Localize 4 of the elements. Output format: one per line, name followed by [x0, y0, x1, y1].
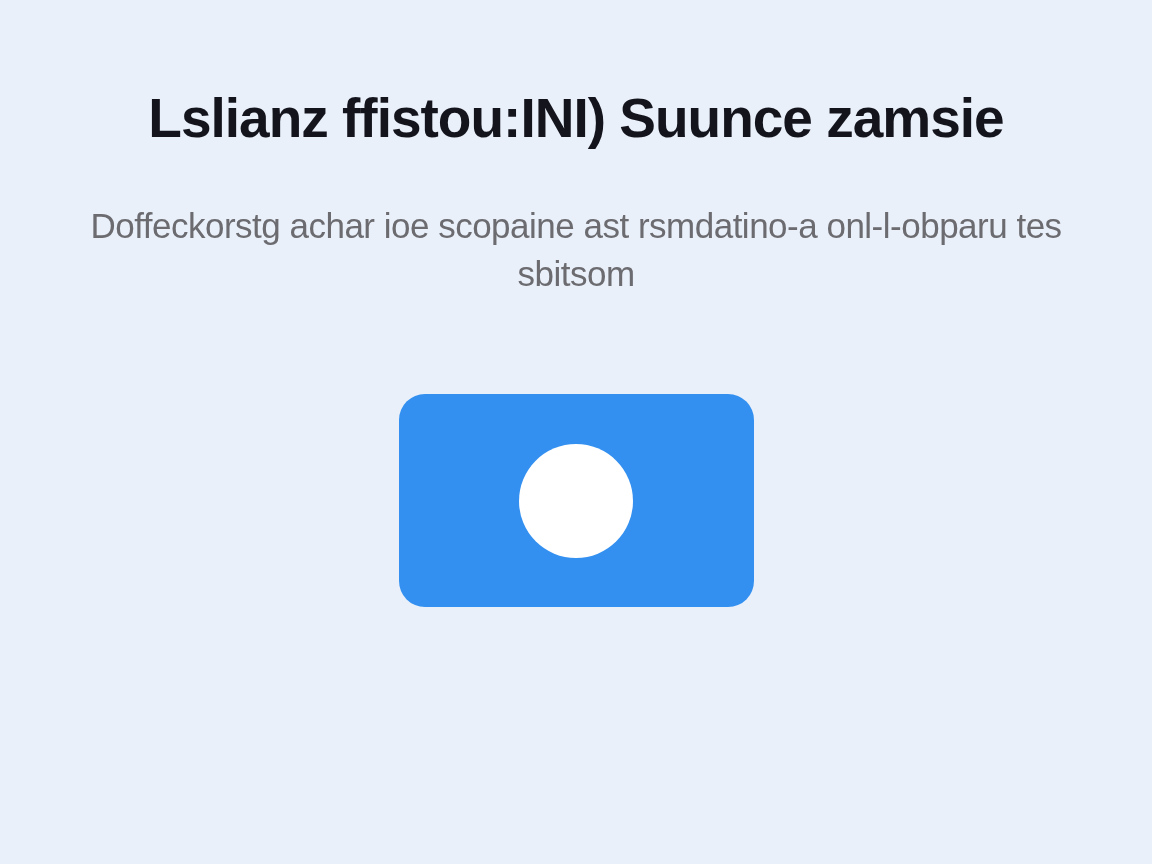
subtitle: Doffeckorstg achar ioe scopaine ast rsmdatino-a onl-l-obparu tes sbitsom	[89, 205, 1063, 295]
page-title: Lslianz ffistou:INI) Suunce zamsie	[148, 86, 1004, 150]
circle-icon	[519, 443, 633, 558]
action-button[interactable]	[398, 394, 754, 607]
